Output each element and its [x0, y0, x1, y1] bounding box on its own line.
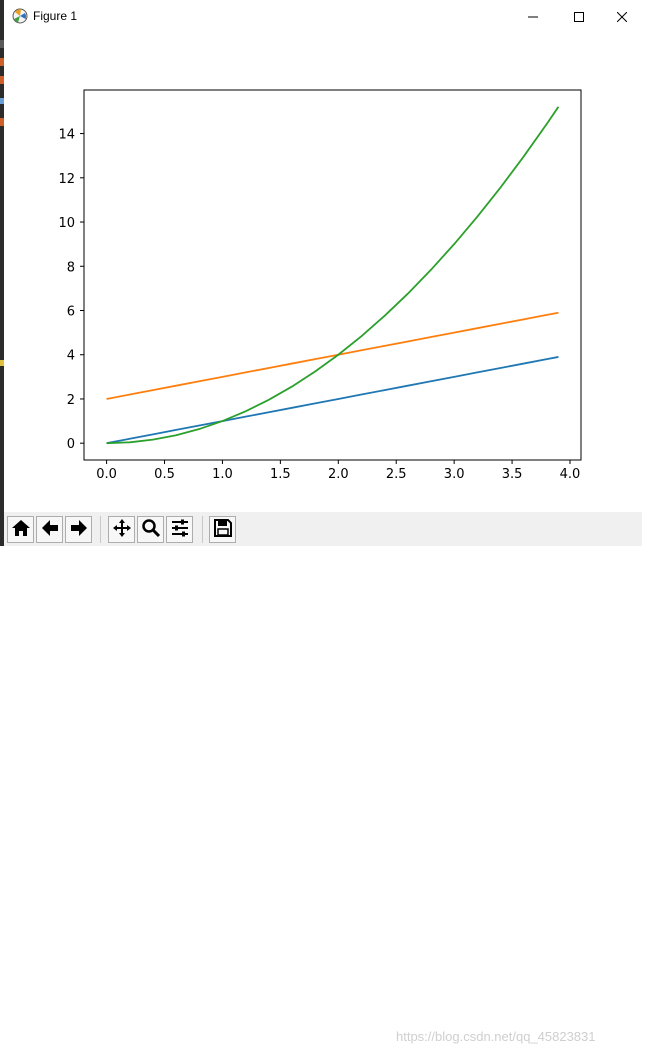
x-tick-label: 3.5 — [502, 467, 523, 482]
figure-canvas[interactable]: 0.0 0.5 1.0 1.5 2.0 2.5 3.0 3.5 4.0 0 2 4 6 8 10 12 14 — [4, 32, 642, 512]
x-tick-label: 3.0 — [444, 467, 465, 482]
axes: 0.0 0.5 1.0 1.5 2.0 2.5 3.0 3.5 4.0 0 2 4 6 8 10 12 14 — [58, 128, 580, 482]
toolbar-separator — [100, 516, 101, 543]
home-button[interactable] — [7, 516, 34, 543]
minimize-button[interactable] — [510, 0, 556, 32]
x-tick-label: 0.0 — [96, 467, 117, 482]
y-tick-label: 4 — [67, 349, 75, 364]
x-tick-label: 1.5 — [270, 467, 291, 482]
y-tick-label: 14 — [58, 128, 75, 143]
y-tick-label: 12 — [58, 172, 75, 187]
floppy-disk-icon — [213, 518, 233, 542]
arrow-left-icon — [40, 518, 60, 542]
title-bar[interactable]: Figure 1 — [4, 0, 642, 32]
x-tick-label: 0.5 — [154, 467, 175, 482]
x-tick-label: 1.0 — [212, 467, 233, 482]
x-tick-label: 2.0 — [328, 467, 349, 482]
line-chart: 0.0 0.5 1.0 1.5 2.0 2.5 3.0 3.5 4.0 0 2 4 6 8 10 12 14 — [58, 89, 582, 482]
x-tick-label: 2.5 — [386, 467, 407, 482]
back-button[interactable] — [36, 516, 63, 543]
move-icon — [112, 518, 132, 542]
y-tick-label: 10 — [58, 216, 75, 231]
home-icon — [11, 518, 31, 542]
x-tick-label: 4.0 — [560, 467, 581, 482]
y-tick-label: 2 — [67, 393, 75, 408]
series-line-3 — [106, 106, 560, 445]
configure-subplots-button[interactable] — [166, 516, 193, 543]
forward-button[interactable] — [65, 516, 92, 543]
plot-lines — [106, 106, 560, 445]
maximize-button[interactable] — [556, 0, 602, 32]
sliders-icon — [170, 518, 190, 542]
close-button[interactable] — [602, 0, 642, 32]
series-line-1 — [106, 356, 559, 445]
minimize-icon — [528, 7, 538, 26]
y-tick-label: 6 — [67, 304, 75, 319]
navigation-toolbar: https://blog.csdn.net/qq_45823831 — [4, 512, 642, 1044]
maximize-icon — [574, 7, 584, 26]
figure-window: Figure 1 0.0 0.5 1.0 1.5 2.0 2.5 3.0 3.5 4.0 0 2 4 6… — [4, 0, 646, 1044]
toolbar-separator — [202, 516, 203, 543]
arrow-right-icon — [69, 518, 89, 542]
save-button[interactable] — [209, 516, 236, 543]
pan-button[interactable] — [108, 516, 135, 543]
magnifier-icon — [141, 518, 161, 542]
series-line-2 — [106, 311, 559, 400]
window-title: Figure 1 — [33, 9, 78, 23]
close-icon — [616, 7, 628, 26]
y-tick-label: 8 — [67, 260, 75, 275]
axes-frame — [83, 89, 582, 461]
watermark-text: https://blog.csdn.net/qq_45823831 — [396, 1029, 596, 1044]
zoom-button[interactable] — [137, 516, 164, 543]
y-tick-label: 0 — [67, 437, 75, 452]
matplotlib-icon — [12, 8, 28, 24]
